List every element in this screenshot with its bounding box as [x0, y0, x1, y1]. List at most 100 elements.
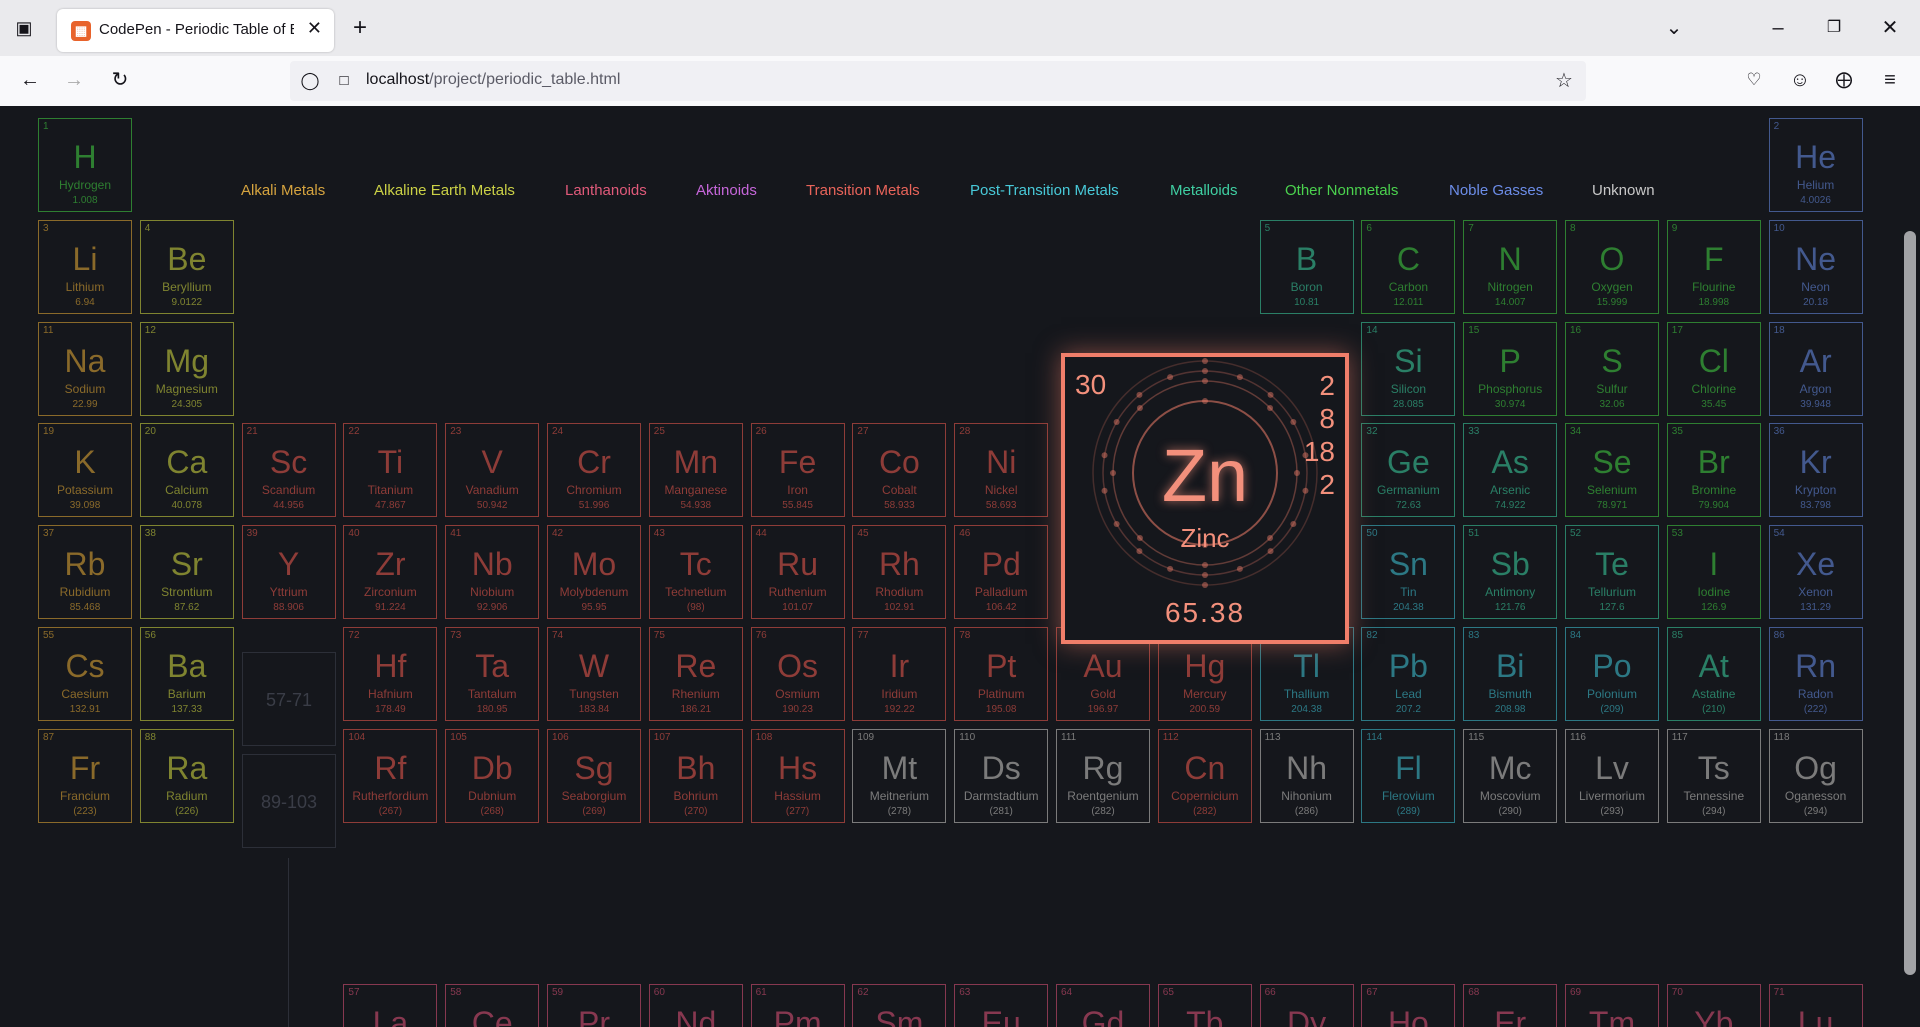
legend-item[interactable]: Alkaline Earth Metals — [374, 182, 515, 199]
element-cell-sm[interactable]: 62SmSamarium — [852, 984, 947, 1027]
element-cell-sn[interactable]: 50 Sn Tin 204.38 — [1361, 525, 1456, 620]
actinoid-placeholder[interactable]: 89-103 — [242, 754, 336, 848]
element-cell-lv[interactable]: 116 Lv Livermorium (293) — [1565, 728, 1659, 823]
legend-item[interactable]: Other Nonmetals — [1285, 182, 1398, 199]
element-cell-rb[interactable]: 37 Rb Rubidium 85.468 — [38, 525, 132, 620]
element-cell-tm[interactable]: 69TmThulium — [1565, 984, 1659, 1027]
element-cell-ar[interactable]: 18 Ar Argon 39.948 — [1768, 321, 1863, 416]
element-cell-si[interactable]: 14 Si Silicon 28.085 — [1361, 321, 1456, 416]
back-icon[interactable]: ← — [14, 64, 46, 96]
element-cell-b[interactable]: 5 B Boron 10.81 — [1259, 219, 1354, 314]
element-cell-c[interactable]: 6 C Carbon 12.011 — [1361, 219, 1456, 314]
close-icon[interactable]: ✕ — [307, 18, 322, 39]
element-cell-hs[interactable]: 108 Hs Hassium (277) — [750, 728, 845, 823]
element-cell-mg[interactable]: 12 Mg Magnesium 24.305 — [139, 321, 234, 416]
tab-codepen[interactable]: ▦ CodePen - Periodic Table of Ele ✕ — [57, 9, 334, 52]
element-cell-bi[interactable]: 83 Bi Bismuth 208.98 — [1463, 627, 1558, 721]
element-cell-nh[interactable]: 113 Nh Nihonium (286) — [1259, 728, 1354, 823]
element-cell-ge[interactable]: 32 Ge Germanium 72.63 — [1361, 423, 1456, 518]
element-cell-h[interactable]: 1 H Hydrogen 1.008 — [38, 118, 132, 212]
element-cell-rh[interactable]: 45 Rh Rhodium 102.91 — [852, 525, 947, 620]
new-tab-icon[interactable]: + — [344, 12, 376, 44]
element-cell-mn[interactable]: 25 Mn Manganese 54.938 — [648, 423, 743, 518]
element-cell-k[interactable]: 19 K Potassium 39.098 — [38, 423, 132, 518]
element-cell-y[interactable]: 39 Y Yttrium 88.906 — [241, 525, 336, 620]
element-cell-w[interactable]: 74 W Tungsten 183.84 — [547, 627, 641, 721]
element-cell-f[interactable]: 9 F Flourine 18.998 — [1666, 219, 1761, 314]
scrollbar[interactable] — [1900, 106, 1920, 1027]
element-cell-he[interactable]: 2 He Helium 4.0026 — [1768, 118, 1863, 212]
element-cell-db[interactable]: 105 Db Dubnium (268) — [445, 728, 540, 823]
element-cell-pr[interactable]: 59PrPraseodymium — [547, 984, 641, 1027]
close-window-icon[interactable]: ✕ — [1874, 12, 1906, 44]
element-cell-ru[interactable]: 44 Ru Ruthenium 101.07 — [750, 525, 845, 620]
element-cell-cr[interactable]: 24 Cr Chromium 51.996 — [547, 423, 641, 518]
pocket-icon[interactable]: ♡ — [1738, 64, 1770, 96]
account-icon[interactable]: ☺ — [1784, 64, 1816, 96]
element-cell-er[interactable]: 68ErErbium — [1463, 984, 1558, 1027]
element-cell-ti[interactable]: 22 Ti Titanium 47.867 — [343, 423, 438, 518]
element-cell-i[interactable]: 53 I Iodine 126.9 — [1666, 525, 1761, 620]
element-cell-ra[interactable]: 88 Ra Radium (226) — [139, 728, 234, 823]
element-cell-os[interactable]: 76 Os Osmium 190.23 — [750, 627, 845, 721]
element-cell-ho[interactable]: 67HoHolmium — [1361, 984, 1456, 1027]
element-cell-fl[interactable]: 114 Fl Flerovium (289) — [1361, 728, 1456, 823]
restore-icon[interactable]: ❐ — [1818, 12, 1850, 44]
element-cell-rf[interactable]: 104 Rf Rutherfordium (267) — [343, 728, 438, 823]
element-cell-as[interactable]: 33 As Arsenic 74.922 — [1463, 423, 1558, 518]
element-cell-se[interactable]: 34 Se Selenium 78.971 — [1565, 423, 1659, 518]
element-cell-ts[interactable]: 117 Ts Tennessine (294) — [1666, 728, 1761, 823]
element-cell-re[interactable]: 75 Re Rhenium 186.21 — [648, 627, 743, 721]
element-cell-sr[interactable]: 38 Sr Strontium 87.62 — [139, 525, 234, 620]
element-cell-be[interactable]: 4 Be Beryllium 9.0122 — [139, 219, 234, 314]
element-cell-po[interactable]: 84 Po Polonium (209) — [1565, 627, 1659, 721]
element-cell-co[interactable]: 27 Co Cobalt 58.933 — [852, 423, 947, 518]
element-cell-at[interactable]: 85 At Astatine (210) — [1666, 627, 1761, 721]
element-cell-cs[interactable]: 55 Cs Caesium 132.91 — [38, 627, 132, 721]
element-cell-xe[interactable]: 54 Xe Xenon 131.29 — [1768, 525, 1863, 620]
legend-item[interactable]: Post-Transition Metals — [970, 182, 1119, 199]
element-cell-bh[interactable]: 107 Bh Bohrium (270) — [648, 728, 743, 823]
minimize-icon[interactable]: – — [1762, 12, 1794, 44]
element-cell-li[interactable]: 3 Li Lithium 6.94 — [38, 219, 132, 314]
element-cell-fr[interactable]: 87 Fr Francium (223) — [38, 728, 132, 823]
element-cell-o[interactable]: 8 O Oxygen 15.999 — [1565, 219, 1659, 314]
element-cell-pt[interactable]: 78 Pt Platinum 195.08 — [954, 627, 1049, 721]
element-cell-ds[interactable]: 110 Ds Darmstadtium (281) — [954, 728, 1049, 823]
element-cell-ir[interactable]: 77 Ir Iridium 192.22 — [852, 627, 947, 721]
element-cell-yb[interactable]: 70YbYtterbium — [1666, 984, 1761, 1027]
forward-icon[interactable]: → — [58, 64, 90, 96]
element-cell-pd[interactable]: 46 Pd Palladium 106.42 — [954, 525, 1049, 620]
element-cell-og[interactable]: 118 Og Oganesson (294) — [1768, 728, 1863, 823]
element-cell-ce[interactable]: 58CeCerium — [445, 984, 540, 1027]
legend-item[interactable]: Transition Metals — [806, 182, 920, 199]
element-cell-sc[interactable]: 21 Sc Scandium 44.956 — [241, 423, 336, 518]
element-cell-sb[interactable]: 51 Sb Antimony 121.76 — [1463, 525, 1558, 620]
element-cell-cn[interactable]: 112 Cn Copernicium (282) — [1157, 728, 1252, 823]
element-cell-hf[interactable]: 72 Hf Hafnium 178.49 — [343, 627, 438, 721]
legend-item[interactable]: Aktinoids — [696, 182, 757, 199]
element-cell-mc[interactable]: 115 Mc Moscovium (290) — [1463, 728, 1558, 823]
element-cell-nb[interactable]: 41 Nb Niobium 92.906 — [445, 525, 540, 620]
scrollbar-thumb[interactable] — [1904, 231, 1916, 975]
element-cell-ta[interactable]: 73 Ta Tantalum 180.95 — [445, 627, 540, 721]
element-cell-s[interactable]: 16 S Sulfur 32.06 — [1565, 321, 1659, 416]
element-cell-eu[interactable]: 63EuEuropium — [954, 984, 1049, 1027]
element-cell-fe[interactable]: 26 Fe Iron 55.845 — [750, 423, 845, 518]
reload-icon[interactable]: ↻ — [104, 64, 136, 96]
element-cell-lu[interactable]: 71LuLutetium — [1768, 984, 1863, 1027]
chevron-down-icon[interactable]: ⌄ — [1658, 12, 1690, 44]
element-cell-p[interactable]: 15 P Phosphorus 30.974 — [1463, 321, 1558, 416]
url-text[interactable]: localhost/project/periodic_table.html — [366, 71, 620, 89]
element-cell-tc[interactable]: 43 Tc Technetium (98) — [648, 525, 743, 620]
element-cell-pb[interactable]: 82 Pb Lead 207.2 — [1361, 627, 1456, 721]
menu-icon[interactable]: ≡ — [1874, 64, 1906, 96]
element-cell-nd[interactable]: 60NdNeodymium — [648, 984, 743, 1027]
element-cell-mo[interactable]: 42 Mo Molybdenum 95.95 — [547, 525, 641, 620]
legend-item[interactable]: Lanthanoids — [565, 182, 647, 199]
element-cell-gd[interactable]: 64GdGadolinium — [1056, 984, 1150, 1027]
element-cell-rn[interactable]: 86 Rn Radon (222) — [1768, 627, 1863, 721]
element-cell-ca[interactable]: 20 Ca Calcium 40.078 — [139, 423, 234, 518]
element-cell-mt[interactable]: 109 Mt Meitnerium (278) — [852, 728, 947, 823]
element-cell-ne[interactable]: 10 Ne Neon 20.18 — [1768, 219, 1863, 314]
